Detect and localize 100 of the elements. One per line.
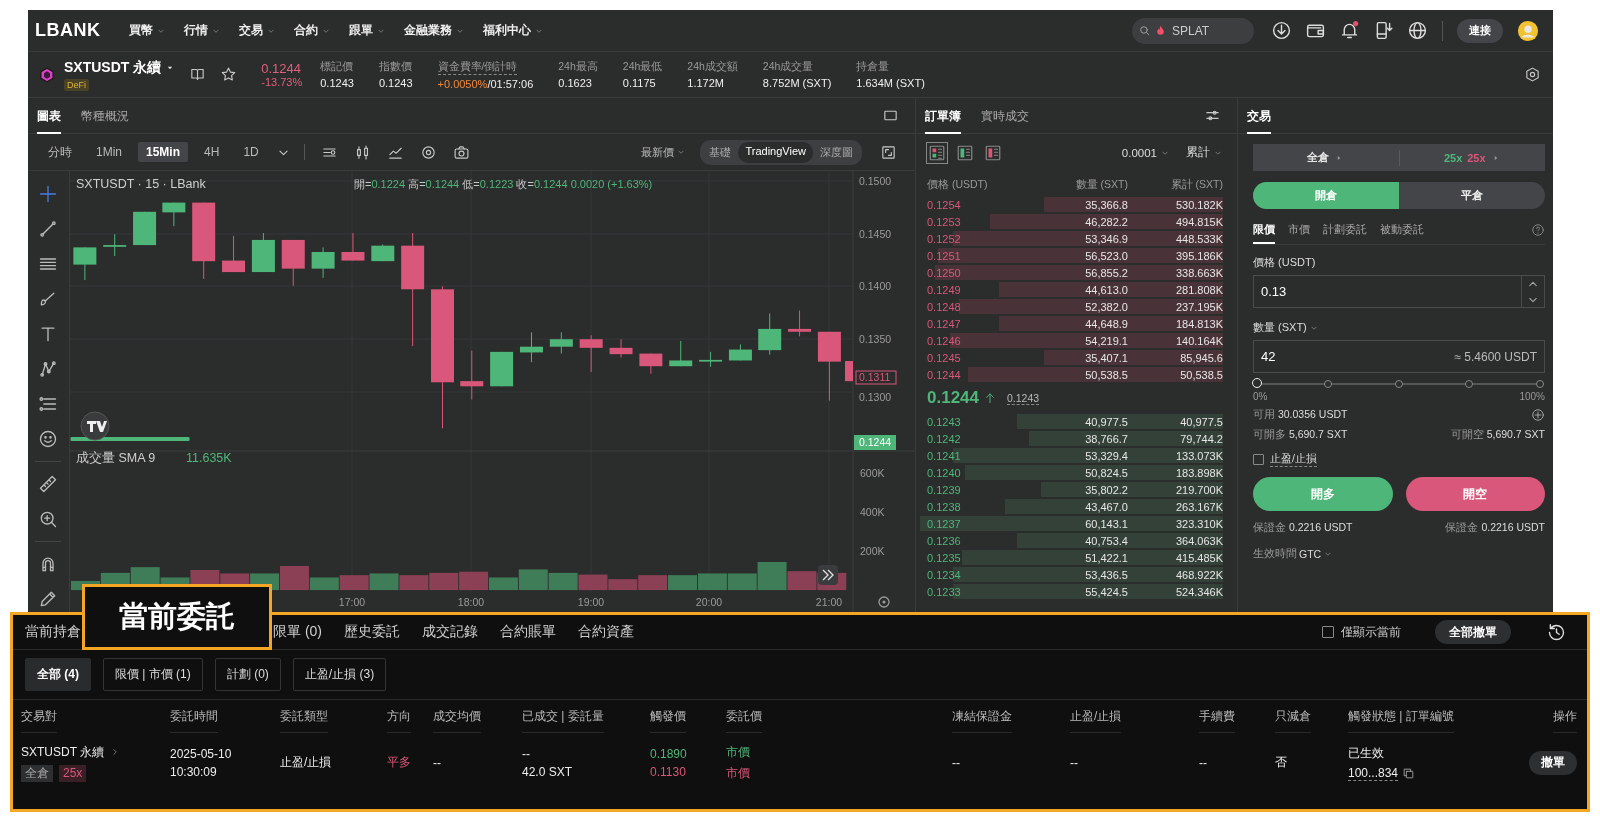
checkbox[interactable]	[1253, 454, 1264, 465]
help-icon[interactable]	[1531, 223, 1545, 237]
slider-stop[interactable]	[1536, 380, 1544, 388]
validity-dropdown[interactable]: 生效時間 GTC	[1253, 547, 1334, 561]
tab[interactable]: 限單 (0)	[273, 623, 322, 641]
trend-line-icon[interactable]	[38, 219, 59, 239]
checkbox[interactable]	[1322, 626, 1334, 638]
tab[interactable]: 當前持倉	[25, 623, 81, 641]
copy-icon[interactable]	[1402, 766, 1416, 780]
precision-dropdown[interactable]: 0.0001	[1121, 146, 1170, 159]
zoom-in-icon[interactable]	[38, 509, 59, 529]
avatar-icon[interactable]	[1517, 19, 1539, 42]
filter-chip[interactable]: 限價 | 市價 (1)	[103, 658, 203, 691]
order-type-tab[interactable]: 被動委託	[1380, 216, 1424, 244]
bell-icon[interactable]	[1339, 20, 1360, 41]
nav-menu-item[interactable]: 交易	[238, 22, 276, 39]
add-icon[interactable]	[1531, 408, 1545, 422]
view-tab[interactable]: 基礎	[702, 141, 739, 163]
view-tab[interactable]: TradingView	[738, 141, 813, 163]
tab[interactable]: 實時成交	[981, 97, 1029, 134]
interval-tab[interactable]: 15Min	[138, 142, 189, 162]
nav-menu-item[interactable]: 跟單	[348, 22, 386, 39]
quantity-cell-text: 52,382.0	[1084, 300, 1128, 313]
stat-value: 0.1243	[378, 77, 413, 89]
price-cell-text: 0.1239	[927, 483, 962, 496]
slider-stop[interactable]	[1323, 380, 1332, 388]
search-field[interactable]: SPLAT	[1132, 17, 1254, 44]
target-icon[interactable]	[419, 143, 437, 161]
tab[interactable]: 圖表	[37, 97, 61, 134]
filter-chip[interactable]: 計劃 (0)	[214, 658, 281, 691]
mode-dropdown[interactable]: 累計	[1186, 145, 1223, 160]
panel-tab[interactable]: 交易	[1247, 97, 1271, 134]
smiley-icon[interactable]	[38, 429, 59, 449]
cancel-all-button[interactable]: 全部撤單	[1435, 620, 1511, 644]
slider-stop[interactable]	[1394, 380, 1403, 388]
pattern-icon[interactable]	[38, 359, 59, 379]
nav-menu-item[interactable]: 行情	[183, 22, 221, 39]
tab[interactable]: 合約賬單	[500, 623, 556, 641]
tab[interactable]: 訂單簿	[925, 97, 961, 134]
crosshair-icon[interactable]	[38, 184, 59, 204]
candle	[579, 334, 603, 373]
ruler-icon[interactable]	[38, 474, 59, 494]
cancel-button[interactable]: 撤單	[1529, 750, 1577, 775]
slider-stop[interactable]	[1465, 380, 1474, 388]
interval-tab[interactable]: 1Min	[88, 142, 130, 162]
scroll-bar[interactable]	[70, 437, 190, 441]
book-icon[interactable]	[189, 66, 207, 83]
tab[interactable]: 幣種概況	[81, 97, 129, 134]
fullscreen-icon[interactable]	[880, 143, 897, 161]
amount-field[interactable]: 42 ≈ 5.4600 USDT	[1253, 340, 1545, 373]
quantity-cell-text: 44,648.9	[1084, 317, 1128, 330]
filter-chip[interactable]: 止盈/止損 (3)	[292, 658, 387, 691]
stat-label: 24h成交額	[687, 60, 738, 74]
nav-menu-item[interactable]: 合約	[293, 22, 331, 39]
price-input[interactable]: 0.13	[1254, 283, 1521, 300]
order-type-tab[interactable]: 市價	[1288, 216, 1310, 244]
symbol-selector[interactable]: SXTUSDT 永續	[64, 58, 176, 77]
globe-icon[interactable]	[1407, 20, 1428, 41]
interval-tab[interactable]: 分時	[40, 140, 80, 164]
price-marker: 0.1311	[855, 370, 897, 385]
total-cell-text: 468.922K	[1174, 568, 1223, 581]
layout-icon[interactable]	[926, 141, 948, 164]
star-icon[interactable]	[220, 66, 238, 83]
tab[interactable]: 成交記錄	[422, 623, 478, 641]
download-icon[interactable]	[1271, 20, 1292, 41]
order-type-tab[interactable]: 計劃委託	[1323, 216, 1367, 244]
column-header: 累計 (SXT)	[1169, 178, 1223, 192]
interval-tab[interactable]: 4H	[196, 142, 228, 162]
axis-label: 0.1450	[858, 228, 892, 240]
scroll-right-button[interactable]	[817, 565, 838, 585]
open-short-button[interactable]: 開空	[1405, 477, 1545, 511]
camera-icon[interactable]	[452, 143, 470, 161]
slider-thumb[interactable]	[1252, 378, 1262, 388]
view-tab[interactable]: 深度圖	[813, 141, 860, 163]
levels-icon[interactable]	[38, 394, 59, 414]
price-type-dropdown[interactable]: 最新價	[641, 144, 687, 160]
quantity-cell-text: 38,766.7	[1084, 432, 1128, 445]
connect-button[interactable]: 連接	[1457, 18, 1503, 43]
tab[interactable]: 合約資產	[578, 623, 634, 641]
logo[interactable]: LBANK	[35, 20, 101, 41]
history-icon[interactable]	[1546, 621, 1567, 643]
interval-tab[interactable]: 1D	[235, 142, 267, 162]
info-text: 可開空 5,690.7 SXT	[1450, 428, 1545, 442]
position-tab[interactable]: 平倉	[1399, 182, 1545, 209]
tab[interactable]: 歷史委託	[344, 623, 400, 641]
amount-input[interactable]: 42	[1254, 348, 1455, 365]
leverage-button[interactable]: 25x 25x	[1399, 151, 1545, 164]
amount-unit-dropdown[interactable]: 數量 (SXT)	[1253, 320, 1319, 335]
settings-icon[interactable]	[1524, 66, 1541, 83]
margin-mode-button[interactable]: 全倉	[1253, 150, 1399, 165]
table-cell: 已生效	[1348, 744, 1384, 762]
price-field[interactable]: 0.13	[1253, 275, 1545, 308]
nav-menu-item[interactable]: 買幣	[128, 22, 166, 39]
nav-menu-item[interactable]: 金融業務	[403, 22, 465, 39]
search-input[interactable]: SPLAT	[1170, 22, 1244, 39]
nav-menu-item[interactable]: 福利中心	[482, 22, 544, 39]
pair-link[interactable]: SXTUSDT 永續	[21, 743, 121, 761]
filter-chip[interactable]: 全部 (4)	[25, 658, 91, 691]
order-type-tab[interactable]: 限價	[1253, 216, 1275, 244]
settings-icon[interactable]	[878, 596, 890, 608]
